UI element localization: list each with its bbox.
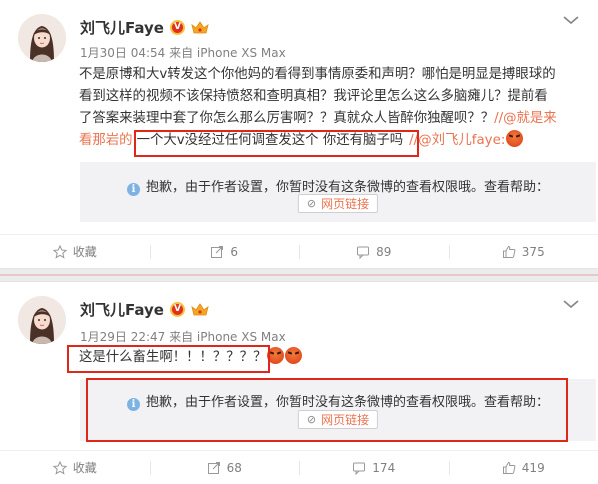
body-line-3: 了答案来装理中套了你怎么那么厉害啊？？真就众人皆醉你独醒呗？？ xyxy=(79,111,495,126)
web-link-label: 网页链接 xyxy=(321,413,370,427)
vip-v-badge: V xyxy=(169,20,185,35)
post-body: 这是什么畜生啊！！！？？？？ xyxy=(79,347,594,369)
post-body: 不是原博和大v转发这个你他妈的看得到事情原委和声明？哪怕是明显是搏眼球的 看到这… xyxy=(79,64,594,152)
vip-v-badge: V xyxy=(169,302,185,317)
body-line-4: 看那岩的 一个大v没经过任何调查发这个 你还有脑子吗 //@刘飞儿faye: xyxy=(79,130,594,152)
angry-emoji xyxy=(285,347,303,364)
crown-icon[interactable] xyxy=(191,302,209,317)
repost-count: 68 xyxy=(226,460,242,475)
repost-icon xyxy=(207,461,220,474)
like-button[interactable]: 375 xyxy=(448,235,598,268)
mention-colon: : xyxy=(500,133,506,148)
like-count: 419 xyxy=(521,460,545,475)
thumbs-up-icon xyxy=(502,245,516,258)
comment-icon xyxy=(353,462,366,475)
post-meta[interactable]: 1月30日 04:54 来自 iPhone XS Max xyxy=(80,44,286,61)
chevron-down-icon[interactable] xyxy=(562,14,580,26)
action-bar: 收藏 68 174 419 xyxy=(0,450,598,484)
angry-emoji xyxy=(506,130,524,147)
web-link-button[interactable]: ⊘ 网页链接 xyxy=(297,194,379,213)
post-divider xyxy=(0,268,598,282)
link-clip-icon: ⊘ xyxy=(306,197,317,210)
angry-emoji xyxy=(267,347,285,364)
restricted-notice: i 抱歉，由于作者设置，你暂时没有这条微博的查看权限哦。查看帮助： ⊘ 网页链接 xyxy=(80,162,596,222)
body-line-1: 这是什么畜生啊！！！？？？？ xyxy=(79,347,594,369)
favorite-button[interactable]: 收藏 xyxy=(0,451,150,484)
body-line-2: 看到这样的视频不该保持愤怒和查明真相？我评论里怎么这么多脑瘫儿？提前看 xyxy=(79,89,548,104)
body-text: 这是什么畜生啊！！！？？？？ xyxy=(79,350,267,365)
comment-button[interactable]: 174 xyxy=(299,451,449,484)
notice-text: 抱歉，由于作者设置，你暂时没有这条微博的查看权限哦。查看帮助： xyxy=(145,180,549,195)
notice-text: 抱歉，由于作者设置，你暂时没有这条微博的查看权限哦。查看帮助： xyxy=(145,395,549,410)
avatar[interactable] xyxy=(18,14,66,62)
favorite-label: 收藏 xyxy=(72,461,97,475)
action-bar: 收藏 6 89 375 xyxy=(0,234,598,268)
author-mention-link[interactable]: @刘飞儿faye xyxy=(418,133,501,148)
restricted-notice: i 抱歉，由于作者设置，你暂时没有这条微博的查看权限哦。查看帮助： ⊘ 网页链接 xyxy=(80,379,596,441)
notice-line: i 抱歉，由于作者设置，你暂时没有这条微博的查看权限哦。查看帮助： xyxy=(80,176,596,196)
web-link-label: 网页链接 xyxy=(321,197,370,211)
repost-text: 一个大v没经过任何调查发这个 你还有脑子吗 xyxy=(136,133,404,148)
weibo-post-2: 刘飞儿Faye V 1月29日 22:47 来自 iPhone XS Max 这… xyxy=(0,282,598,484)
post-meta[interactable]: 1月29日 22:47 来自 iPhone XS Max xyxy=(80,328,286,345)
repost-sep: // xyxy=(409,133,419,148)
like-button[interactable]: 419 xyxy=(448,451,598,484)
avatar[interactable] xyxy=(18,296,66,344)
repost-count: 6 xyxy=(230,244,239,259)
favorite-button[interactable]: 收藏 xyxy=(0,235,150,268)
comment-count: 174 xyxy=(372,460,396,475)
info-icon: i xyxy=(126,183,140,196)
repost-prefix: // xyxy=(494,111,504,126)
star-icon xyxy=(52,244,67,259)
comment-icon xyxy=(357,246,370,259)
thumbs-up-icon xyxy=(502,461,516,474)
body-line-1: 不是原博和大v转发这个你他妈的看得到事情原委和声明？哪怕是明显是搏眼球的 xyxy=(79,67,556,82)
comment-count: 89 xyxy=(376,244,392,259)
author-name[interactable]: 刘飞儿Faye xyxy=(80,17,164,38)
repost-button[interactable]: 68 xyxy=(149,451,300,484)
repost-icon xyxy=(211,245,224,258)
like-count: 375 xyxy=(521,244,545,259)
crown-icon[interactable] xyxy=(191,20,209,35)
chevron-down-icon[interactable] xyxy=(562,298,580,310)
link-clip-icon: ⊘ xyxy=(306,413,317,426)
notice-line: i 抱歉，由于作者设置，你暂时没有这条微博的查看权限哦。查看帮助： xyxy=(80,391,596,411)
star-icon xyxy=(52,460,67,475)
web-link-button[interactable]: ⊘ 网页链接 xyxy=(297,410,379,429)
repost-user-link-cont[interactable]: 看那岩的 xyxy=(79,133,133,148)
author-name[interactable]: 刘飞儿Faye xyxy=(80,299,164,320)
info-icon: i xyxy=(126,398,140,411)
favorite-label: 收藏 xyxy=(72,245,97,259)
comment-button[interactable]: 89 xyxy=(299,235,449,268)
body-line-3-wrap: 了答案来装理中套了你怎么那么厉害啊？？真就众人皆醉你独醒呗？？//@就是来 xyxy=(79,108,594,130)
repost-user-link[interactable]: @就是来 xyxy=(503,111,557,126)
repost-button[interactable]: 6 xyxy=(149,235,300,268)
weibo-post-1: 刘飞儿Faye V 1月30日 04:54 来自 iPhone XS Max 不… xyxy=(0,0,598,268)
